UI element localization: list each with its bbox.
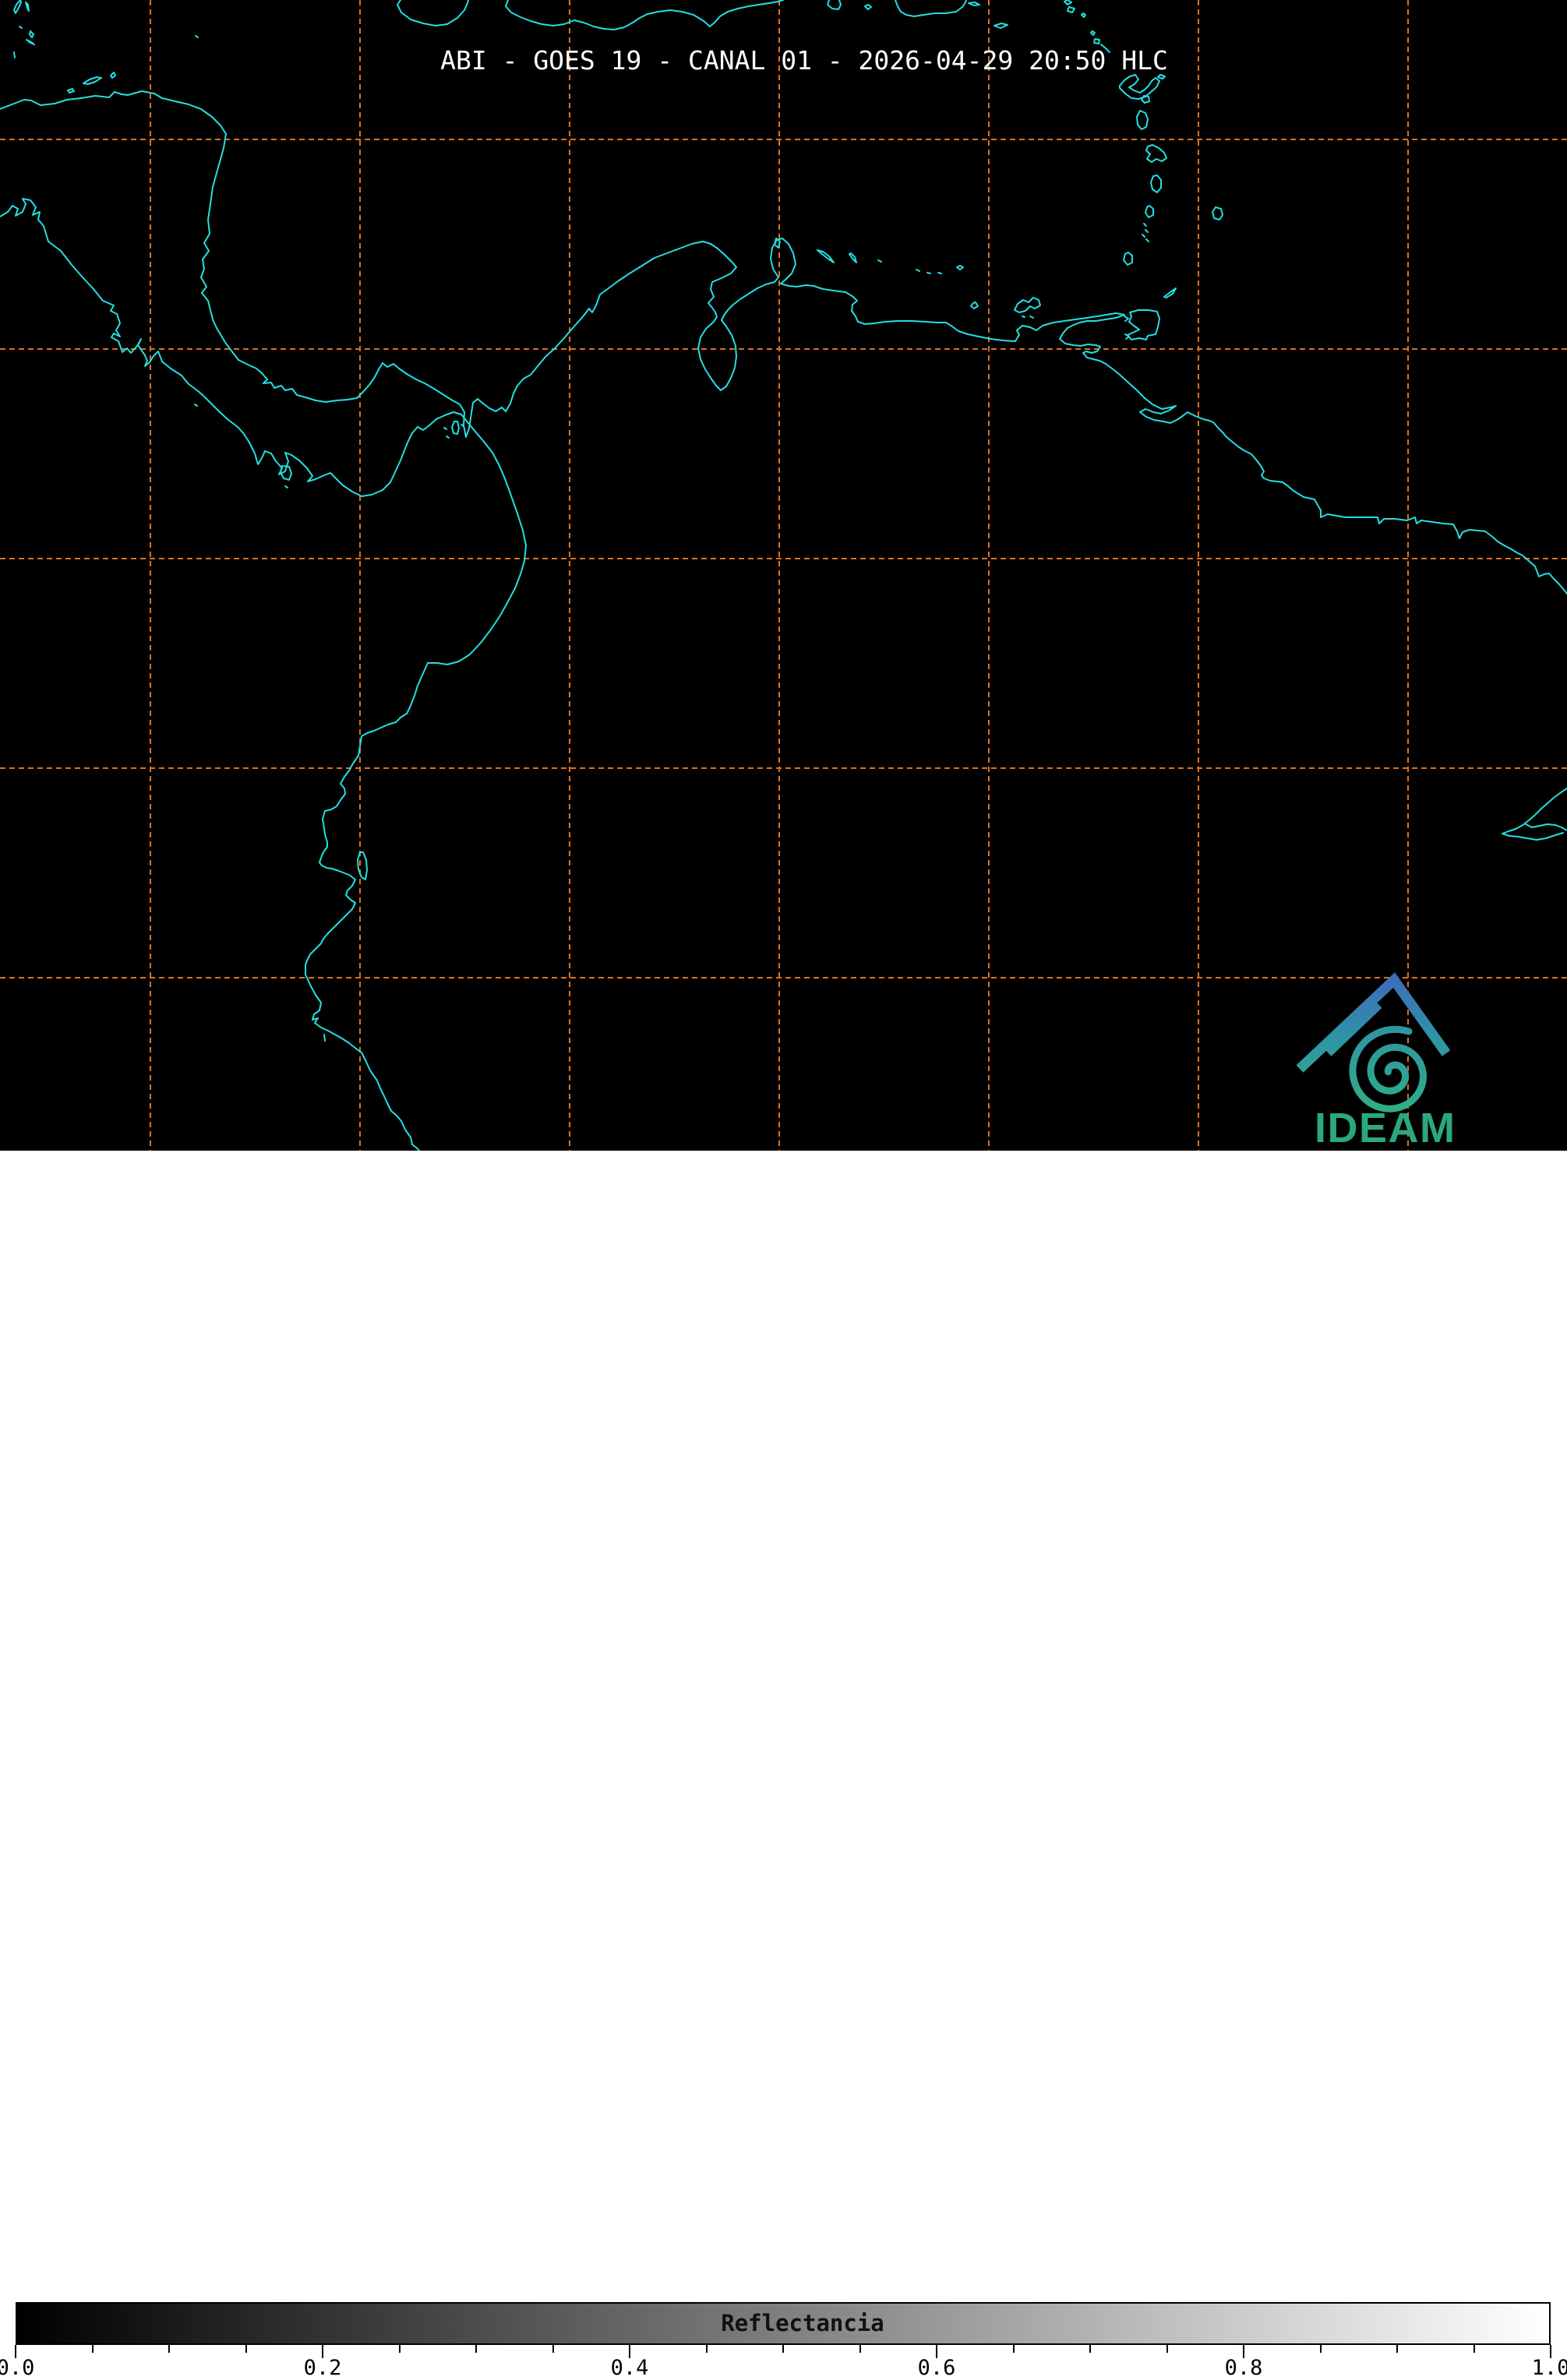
coastline-trinidad [1127,309,1160,340]
coastline-swan-island [195,35,199,38]
colorbar-tick-label: 0.2 [303,2356,342,2380]
coastline-st-lucia [1150,175,1162,193]
coastline-grenadines-3 [1142,234,1145,238]
coastline-hispaniola-sw-tail [827,0,842,10]
coastline-coche [1029,316,1034,319]
coastline-peru-islet [323,1034,326,1042]
colorbar-minor-tick [398,2345,401,2353]
coastline-pearl-islet-1 [443,427,447,430]
coastline-roatan [83,76,102,85]
coastline-barbados [1212,206,1223,220]
coastline-leeward-fragment-1 [1064,0,1072,5]
coastline-puerto-rico-south [895,0,967,17]
coastline-bonaire [849,252,857,263]
coastline-coiba-islet [284,485,288,488]
coastline-jamaica [397,0,469,26]
colorbar-major-tick [1243,2345,1244,2358]
coastline-belize-edge-5 [26,39,35,45]
colorbar-major-tick [322,2345,323,2358]
colorbar-minor-tick [1473,2345,1475,2353]
coastline-grenada [1123,252,1133,266]
coastline-margarita-dots [1022,316,1025,318]
colorbar-tick-label: 1.0 [1531,2356,1567,2380]
coastline-tobago [1163,287,1177,298]
colorbar-minor-tick [1166,2345,1168,2353]
coastline-belize-edge-6 [13,51,16,58]
colorbar-label: Reflectancia [721,2310,884,2336]
latlon-grid-layer [0,0,1567,1151]
colorbar-major-tick [629,2345,630,2358]
satellite-product-page: { "header": { "title": "ABI - GOES 19 - … [0,0,1567,2378]
coastline-pearl-islet-2 [446,435,450,439]
colorbar-minor-tick [552,2345,554,2353]
coastline-st-vincent [1145,205,1154,218]
coastline-isla-beata [864,4,872,10]
product-title: ABI - GOES 19 - CANAL 01 - 2026-04-29 20… [440,45,1168,76]
coastline-honduras-nicaragua-caribbean-to-guyana [0,90,1567,594]
colorbar-minor-tick [91,2345,94,2353]
colorbar-minor-tick [705,2345,708,2353]
colorbar-minor-tick [245,2345,247,2353]
coastline-hispaniola-south [505,0,784,30]
colorbar-strip: 0.0 0.2 0.4 0.6 0.8 1.0 Reflectancia [0,1151,1567,2378]
map-layers-svg: IDEAM [0,0,1567,1151]
logo-wordmark: IDEAM [1315,1105,1456,1151]
coastline-leeward-ring [1093,38,1100,44]
coastline-la-orchila [956,265,964,270]
colorbar-minor-tick [1089,2345,1091,2353]
colorbar-minor-tick [859,2345,861,2353]
coastline-puna-island [357,852,368,880]
coastline-martinique [1145,144,1167,163]
coastline-dominica [1136,110,1149,130]
coastline-amazon-channel-2 [1525,823,1567,831]
coastline-amazon-channel-1 [1502,788,1567,841]
coastline-leeward-fragment-3 [1081,12,1086,18]
coastline-belize-edge-4 [29,30,34,38]
colorbar-major-tick [1550,2345,1551,2358]
coastline-los-roques-2 [916,269,920,272]
coastline-belize-edge-1 [13,0,22,14]
coastline-guanaja [110,72,116,79]
coastline-la-tortuga [970,301,979,309]
coastline-st-croix [993,23,1008,29]
coastline-curacao [817,249,835,263]
coastline-grenadines-4 [1145,238,1149,242]
coastline-leeward-fragment-2 [1067,6,1075,13]
colorbar-minor-tick [1396,2345,1398,2353]
coastline-belize-edge-2 [25,2,30,12]
colorbar-tick-label: 0.8 [1224,2356,1263,2380]
coastline-margarita [1014,297,1041,313]
coastline-costa-rica-islet [194,404,198,407]
colorbar-minor-tick [475,2345,477,2353]
coastline-pacific-coast-fonseca-to-peru [0,198,527,1151]
coastline-grenadines-2 [1145,229,1149,233]
coastline-isla-del-rey [451,421,460,435]
satellite-map-canvas: IDEAM ABI - GOES 19 - CANAL 01 - 2026-04… [0,0,1567,1151]
colorbar-major-tick [15,2345,16,2358]
coastline-vieques [968,2,980,6]
colorbar-major-tick [936,2345,937,2358]
ideam-logo: IDEAM [1296,972,1456,1151]
colorbar-minor-tick [168,2345,170,2353]
coastline-leeward-fragment-4 [1090,30,1096,36]
logo-hurricane-spiral-icon [1349,1025,1428,1112]
colorbar-tick-label: 0.6 [917,2356,956,2380]
coastline-belize-edge-3 [19,26,23,29]
coastline-guadeloupe [1119,74,1160,100]
colorbar-minor-tick [1319,2345,1322,2353]
colorbar-minor-tick [1012,2345,1015,2353]
coastline-trinidad-west-hook-1 [1124,316,1129,322]
coastline-utila [67,88,75,93]
colorbar-tick-label: 0.4 [610,2356,649,2380]
coastline-los-roques-1 [877,259,882,263]
colorbar-minor-tick [782,2345,784,2353]
coastline-grenadines-1 [1143,223,1147,227]
colorbar-tick-label: 0.0 [0,2356,35,2380]
